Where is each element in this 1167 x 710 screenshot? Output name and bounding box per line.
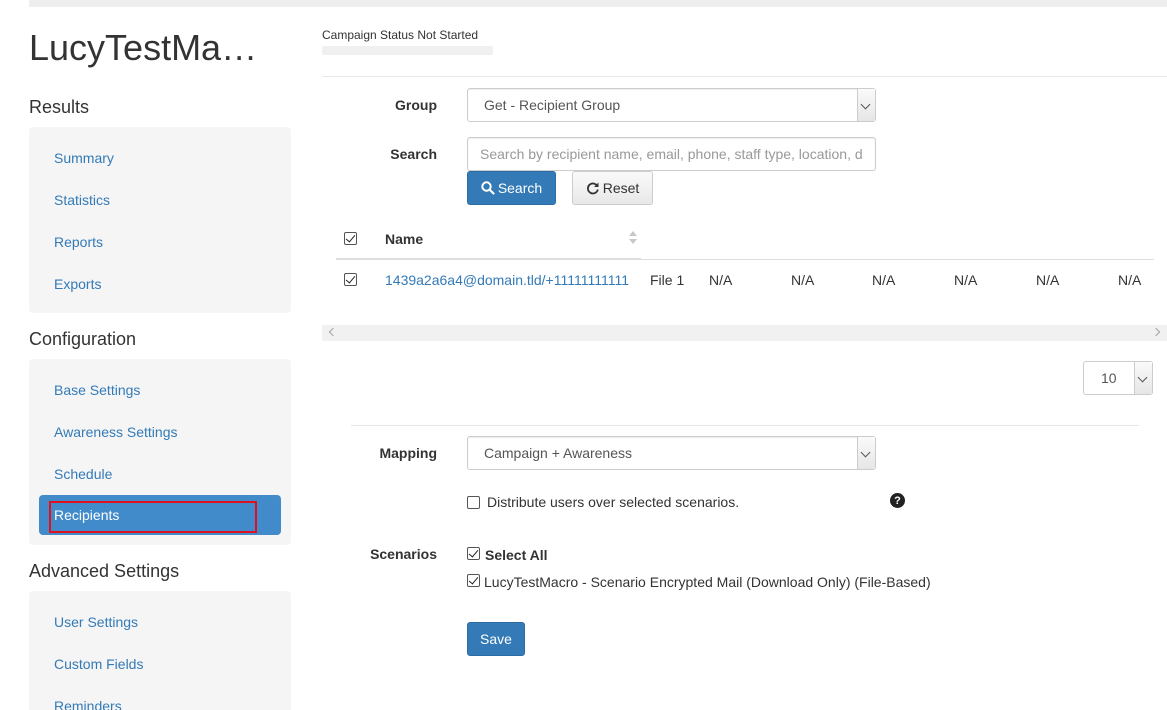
recipient-name-link[interactable]: 1439a2a6a4@domain.tld/+11111111111	[385, 272, 629, 288]
header-underline	[336, 258, 641, 260]
table-cell: N/A	[1036, 272, 1060, 288]
group-select[interactable]: Get - Recipient Group	[467, 88, 876, 122]
recipient-file: File 1	[650, 272, 685, 288]
search-button[interactable]: Search	[467, 171, 556, 205]
configuration-heading: Configuration	[29, 329, 137, 349]
select-all-scenarios-label: Select All	[485, 547, 548, 563]
row-checkbox[interactable]	[344, 273, 357, 286]
top-bar	[29, 0, 1167, 7]
chevron-down-icon	[857, 437, 875, 469]
table-cell: N/A	[1118, 272, 1142, 288]
horizontal-scrollbar[interactable]	[322, 325, 1167, 341]
group-label: Group	[395, 97, 437, 113]
table-cell: N/A	[709, 272, 733, 288]
column-header-name[interactable]: Name	[385, 231, 423, 247]
table-cell: N/A	[872, 272, 896, 288]
sidebar-item-recipients[interactable]: Recipients	[39, 495, 281, 535]
mapping-select[interactable]: Campaign + Awareness	[467, 436, 876, 470]
group-select-value: Get - Recipient Group	[484, 97, 621, 113]
page-size-select[interactable]: 10	[1083, 361, 1153, 395]
configuration-nav: Base Settings Awareness Settings Schedul…	[29, 359, 291, 545]
reset-button-label: Reset	[602, 180, 640, 196]
mapping-select-value: Campaign + Awareness	[484, 445, 632, 461]
select-all-rows-checkbox[interactable]	[344, 232, 357, 245]
advanced-settings-nav: User Settings Custom Fields Reminders	[29, 591, 291, 710]
table-cell: N/A	[954, 272, 978, 288]
sort-icon[interactable]	[628, 230, 638, 246]
search-button-label: Search	[497, 180, 543, 196]
chevron-down-icon	[1134, 362, 1152, 394]
header-divider	[322, 76, 1167, 77]
search-label: Search	[390, 146, 437, 162]
sidebar-item-reminders[interactable]: Reminders	[54, 698, 122, 710]
sidebar-item-reports[interactable]: Reports	[54, 234, 103, 250]
mapping-label: Mapping	[379, 445, 437, 461]
campaign-title: LucyTestMa…	[29, 27, 258, 68]
highlight-box	[49, 501, 257, 533]
save-button[interactable]: Save	[467, 622, 525, 656]
sidebar-item-awareness-settings[interactable]: Awareness Settings	[54, 424, 177, 440]
campaign-status: Campaign Status Not Started	[322, 28, 493, 55]
save-button-label: Save	[480, 631, 512, 647]
scenario-label: LucyTestMacro - Scenario Encrypted Mail …	[484, 574, 931, 590]
reset-button[interactable]: Reset	[572, 171, 653, 205]
sidebar-item-schedule[interactable]: Schedule	[54, 466, 112, 482]
search-icon	[481, 181, 495, 195]
sidebar-item-exports[interactable]: Exports	[54, 276, 101, 292]
header-underline-rest	[641, 259, 1154, 260]
scenario-checkbox[interactable]	[467, 574, 480, 587]
sidebar-item-summary[interactable]: Summary	[54, 150, 114, 166]
scroll-left-icon[interactable]	[328, 327, 338, 337]
advanced-settings-heading: Advanced Settings	[29, 561, 180, 581]
scroll-right-icon[interactable]	[1151, 327, 1161, 337]
campaign-status-bar	[322, 46, 493, 55]
sidebar-item-base-settings[interactable]: Base Settings	[54, 382, 140, 398]
search-input[interactable]	[467, 137, 876, 171]
chevron-down-icon	[857, 89, 875, 121]
section-divider	[351, 425, 1139, 426]
scenarios-label: Scenarios	[370, 546, 437, 562]
campaign-status-text: Campaign Status Not Started	[322, 28, 479, 42]
sidebar-item-user-settings[interactable]: User Settings	[54, 614, 138, 630]
sidebar-item-custom-fields[interactable]: Custom Fields	[54, 656, 143, 672]
refresh-icon	[586, 182, 599, 195]
help-icon[interactable]: ?	[890, 493, 905, 508]
results-nav: Summary Statistics Reports Exports	[29, 127, 291, 313]
page-size-value: 10	[1101, 370, 1117, 386]
sidebar-item-statistics[interactable]: Statistics	[54, 192, 110, 208]
table-cell: N/A	[791, 272, 815, 288]
distribute-users-checkbox[interactable]	[467, 496, 480, 509]
distribute-users-label: Distribute users over selected scenarios…	[487, 494, 740, 510]
results-heading: Results	[29, 97, 90, 117]
select-all-scenarios-checkbox[interactable]	[467, 547, 480, 560]
